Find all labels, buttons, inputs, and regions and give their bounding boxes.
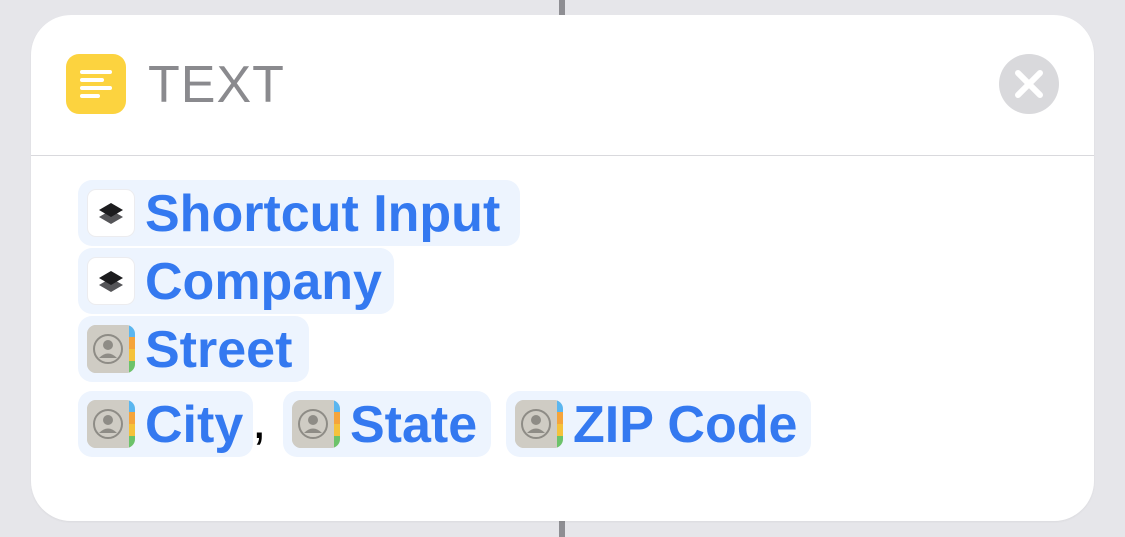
token-label: State xyxy=(350,396,478,454)
shortcuts-layers-icon xyxy=(87,257,135,305)
contacts-icon xyxy=(87,400,135,448)
close-x-icon xyxy=(1015,70,1043,98)
token-label: ZIP Code xyxy=(573,396,798,454)
action-title: TEXT xyxy=(148,56,285,114)
variable-token-company[interactable]: Company xyxy=(78,248,394,314)
variable-token-street[interactable]: Street xyxy=(78,316,309,382)
shortcuts-layers-icon xyxy=(87,189,135,237)
contacts-icon xyxy=(87,325,135,373)
text-separator-comma: , xyxy=(252,392,267,450)
variable-token-shortcut-input[interactable]: Shortcut Input xyxy=(78,180,520,246)
variable-token-zip-code[interactable]: ZIP Code xyxy=(506,391,811,457)
token-label: Shortcut Input xyxy=(145,185,501,243)
flow-connector-top xyxy=(559,0,565,16)
contacts-icon xyxy=(292,400,340,448)
text-action-card[interactable]: TEXT Shortcut Input Company Street City … xyxy=(31,15,1094,521)
flow-connector-bottom xyxy=(559,519,565,537)
token-label: City xyxy=(145,396,244,454)
contacts-icon xyxy=(515,400,563,448)
close-button[interactable] xyxy=(999,54,1059,114)
variable-token-city[interactable]: City xyxy=(78,391,253,457)
action-header: TEXT xyxy=(31,15,1094,156)
text-lines-icon xyxy=(66,54,126,114)
token-label: Street xyxy=(145,321,293,379)
token-label: Company xyxy=(145,253,382,311)
variable-token-state[interactable]: State xyxy=(283,391,491,457)
